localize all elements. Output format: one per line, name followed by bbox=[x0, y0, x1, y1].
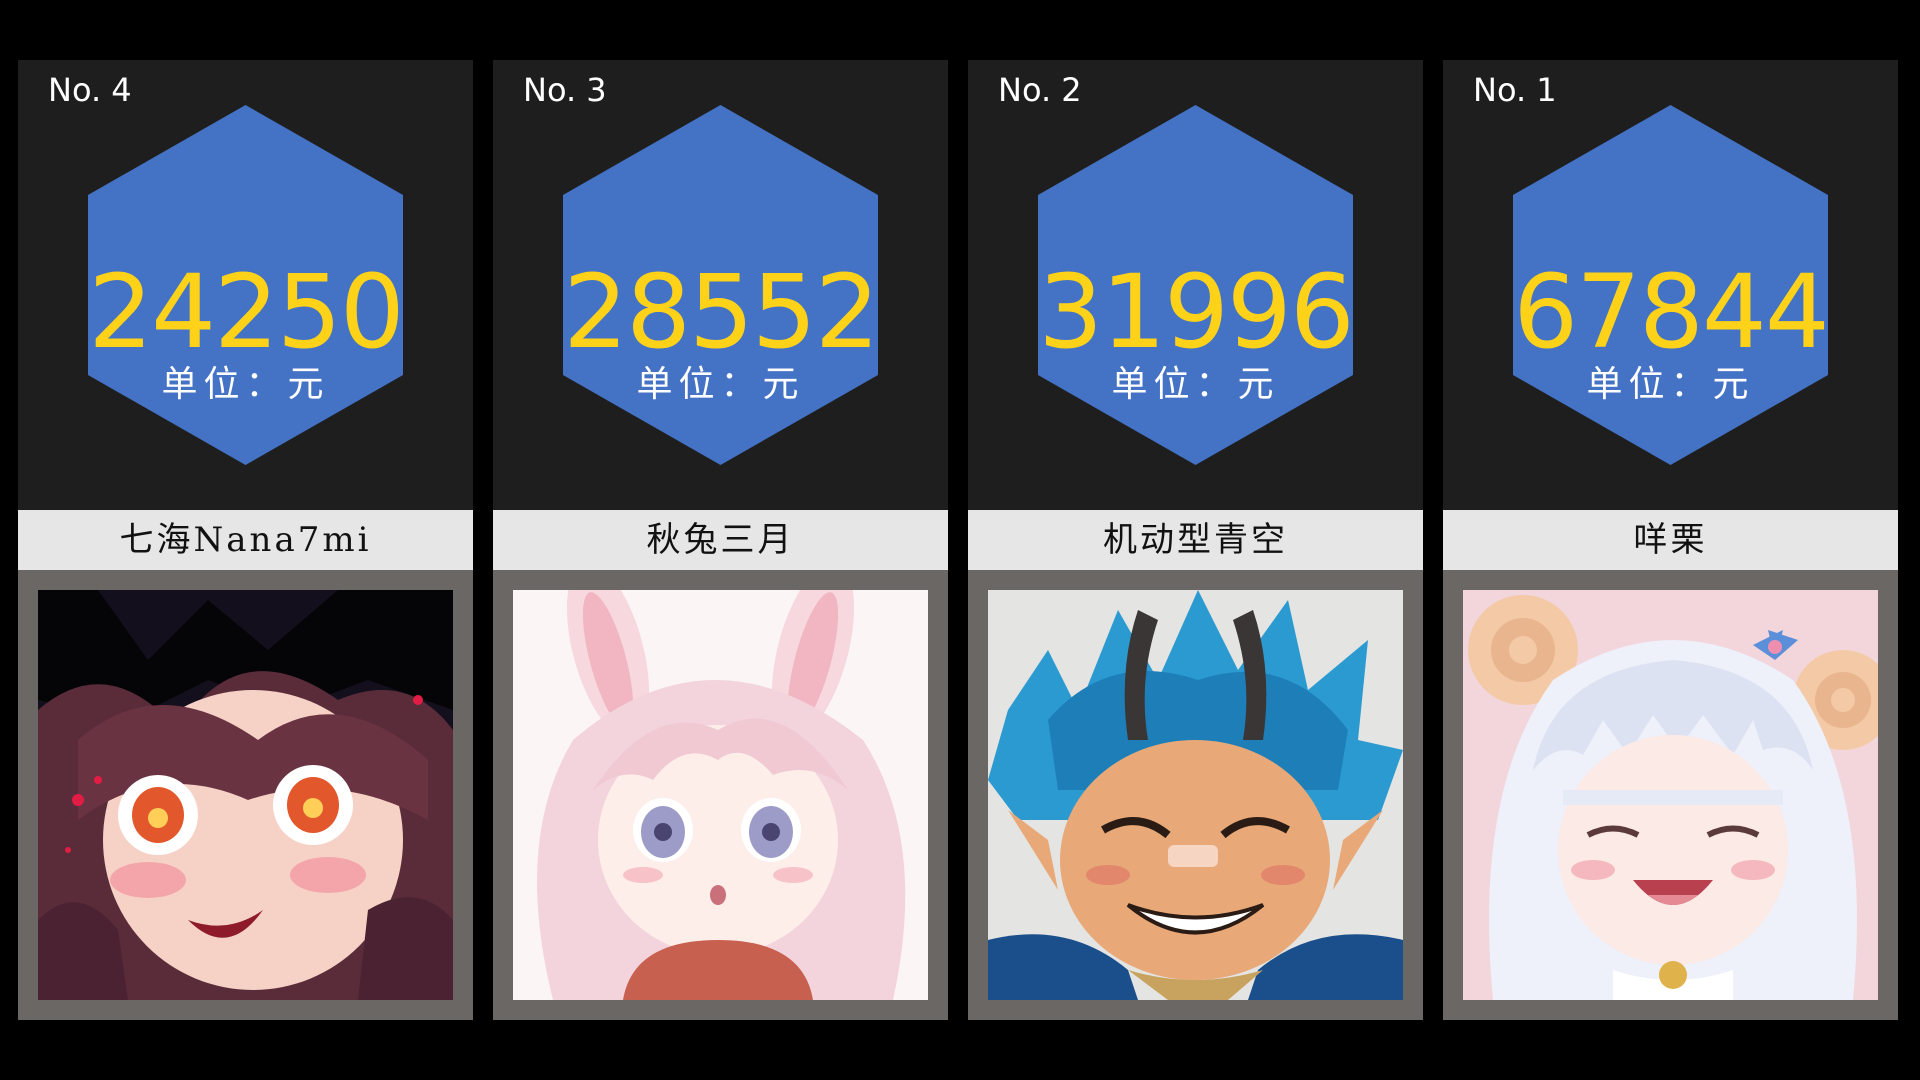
streamer-name: 秋兔三月 bbox=[493, 510, 948, 570]
card-header-panel: No. 3 28552 单位：元 bbox=[493, 60, 948, 510]
avatar-pink-bunny-girl-icon bbox=[513, 590, 928, 1000]
value-hexagon: 24250 单位：元 bbox=[88, 105, 405, 465]
avatar-blue-hair-horned-boy-icon bbox=[988, 590, 1403, 1000]
avatar-image bbox=[513, 590, 928, 1000]
amount-unit: 单位：元 bbox=[1586, 364, 1755, 405]
amount-value: 67844 bbox=[1513, 253, 1829, 372]
rank-label: No. 3 bbox=[523, 71, 607, 109]
avatar-frame bbox=[493, 570, 948, 1020]
amount-value: 24250 bbox=[88, 253, 404, 372]
rank-label: No. 1 bbox=[1473, 71, 1557, 109]
avatar-frame bbox=[18, 570, 473, 1020]
avatar-frame bbox=[968, 570, 1423, 1020]
value-hexagon: 28552 单位：元 bbox=[563, 105, 880, 465]
card-header-panel: No. 1 67844 单位：元 bbox=[1443, 60, 1898, 510]
card-header-panel: No. 2 31996 单位：元 bbox=[968, 60, 1423, 510]
streamer-name: 七海Nana7mi bbox=[18, 510, 473, 570]
ranking-card: No. 3 28552 单位：元 秋兔三月 bbox=[493, 60, 948, 1020]
rank-label: No. 4 bbox=[48, 71, 132, 109]
value-hexagon: 67844 单位：元 bbox=[1513, 105, 1830, 465]
avatar-white-hair-sheep-girl-icon bbox=[1463, 590, 1878, 1000]
avatar-dark-hair-girl-icon bbox=[38, 590, 453, 1000]
ranking-card: No. 1 67844 单位：元 咩栗 bbox=[1443, 60, 1898, 1020]
amount-unit: 单位：元 bbox=[161, 364, 330, 405]
avatar-image bbox=[1463, 590, 1878, 1000]
ranking-card: No. 4 24250 单位：元 七海Nana7mi bbox=[18, 60, 473, 1020]
amount-value: 28552 bbox=[563, 253, 879, 372]
avatar-image bbox=[38, 590, 453, 1000]
avatar-frame bbox=[1443, 570, 1898, 1020]
card-header-panel: No. 4 24250 单位：元 bbox=[18, 60, 473, 510]
avatar-image bbox=[988, 590, 1403, 1000]
rank-label: No. 2 bbox=[998, 71, 1082, 109]
amount-unit: 单位：元 bbox=[636, 364, 805, 405]
value-hexagon: 31996 单位：元 bbox=[1038, 105, 1355, 465]
streamer-name: 机动型青空 bbox=[968, 510, 1423, 570]
ranking-card: No. 2 31996 单位：元 机动型青空 bbox=[968, 60, 1423, 1020]
streamer-name: 咩栗 bbox=[1443, 510, 1898, 570]
amount-unit: 单位：元 bbox=[1111, 364, 1280, 405]
amount-value: 31996 bbox=[1038, 253, 1354, 372]
